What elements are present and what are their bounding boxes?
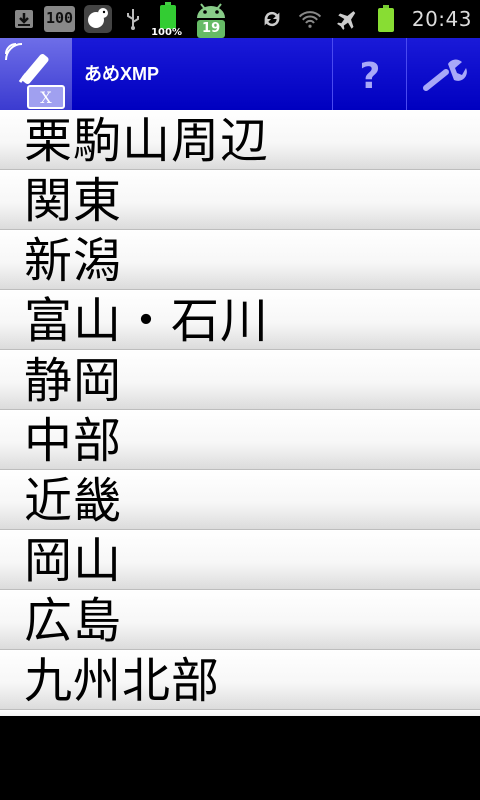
list-item-label: 静岡 — [24, 353, 123, 409]
list-item-label: 関東 — [24, 173, 123, 229]
title-bar: X あめXMP ? — [0, 38, 480, 110]
usb-icon — [121, 7, 145, 31]
list-item-label: 富山・石川 — [24, 293, 270, 349]
list-item-label: 栗駒山周辺 — [24, 113, 270, 169]
list-item-label: 中部 — [24, 413, 123, 469]
svg-text:X: X — [40, 88, 52, 107]
app-icon[interactable]: X — [0, 38, 72, 110]
list-item[interactable]: 岡山 — [0, 530, 480, 590]
airplane-icon — [336, 7, 360, 31]
android-icon: 19 — [191, 0, 231, 38]
list-item-label: 九州北部 — [24, 653, 221, 709]
question-mark-icon: ? — [360, 56, 381, 96]
svg-text:?: ? — [360, 56, 381, 96]
battery-widget-percent: 100% — [151, 27, 182, 38]
list-item[interactable]: 静岡 — [0, 350, 480, 410]
list-item[interactable]: 中部 — [0, 410, 480, 470]
status-bar: 100 100% 19 20:43 — [0, 0, 480, 38]
android-badge: 19 — [202, 21, 221, 36]
satellite-icon: X — [5, 43, 65, 109]
list-item[interactable]: 栗駒山周辺 — [0, 110, 480, 170]
app-title: あめXMP — [84, 64, 160, 84]
list-item-label: 広島 — [24, 593, 123, 649]
region-list: 栗駒山周辺 関東 新潟 富山・石川 静岡 中部 近畿 岡山 広島 九州北部 — [0, 110, 480, 716]
list-item[interactable]: 近畿 — [0, 470, 480, 530]
list-item[interactable]: 富山・石川 — [0, 290, 480, 350]
clock: 20:43 — [411, 7, 472, 31]
squirrel-app-icon — [83, 4, 113, 34]
battery-icon — [374, 5, 398, 32]
wrench-icon — [423, 59, 467, 91]
list-item-label: 新潟 — [24, 233, 123, 289]
settings-button[interactable] — [406, 38, 480, 110]
list-item[interactable]: 広島 — [0, 590, 480, 650]
battery-widget-icon: 100% — [151, 2, 183, 38]
wifi-icon — [298, 7, 322, 31]
download-icon — [12, 7, 36, 31]
empty-area — [0, 716, 480, 800]
help-button[interactable]: ? — [332, 38, 407, 110]
count-badge: 100 — [44, 6, 76, 32]
list-item[interactable]: 関東 — [0, 170, 480, 230]
list-item-label: 近畿 — [24, 473, 123, 529]
list-item[interactable]: 新潟 — [0, 230, 480, 290]
sync-icon — [260, 7, 284, 31]
list-item[interactable]: 九州北部 — [0, 650, 480, 710]
list-item-label: 岡山 — [24, 533, 123, 589]
